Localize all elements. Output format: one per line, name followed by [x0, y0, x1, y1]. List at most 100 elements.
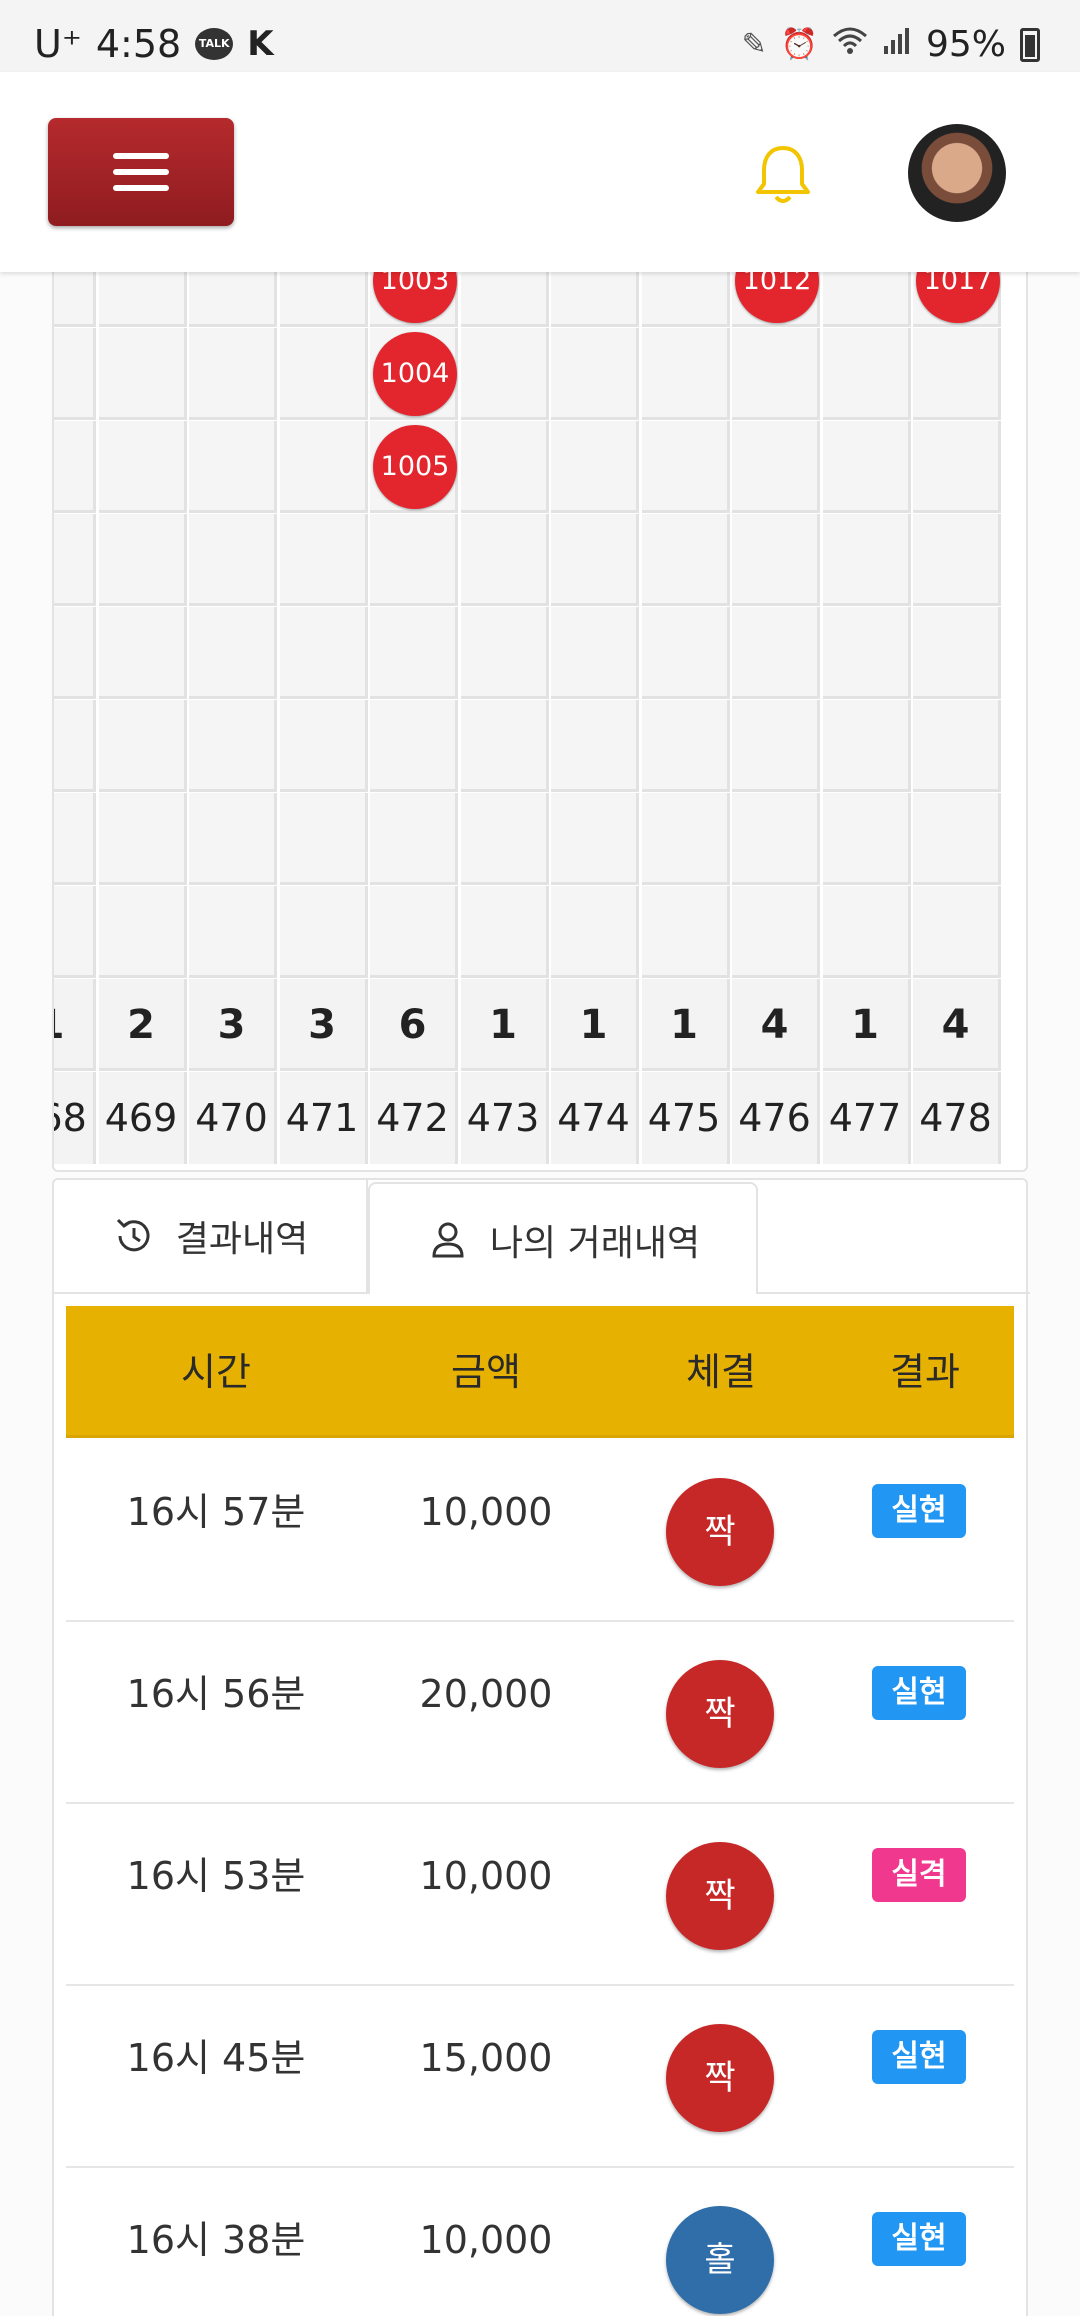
grid-cell — [551, 793, 639, 885]
grid-cell — [279, 886, 368, 978]
status-left: U⁺ 4:58 TALK K — [34, 22, 274, 66]
bet-ball: 짝 — [666, 1660, 774, 1768]
grid-cell — [732, 700, 820, 792]
bell-icon[interactable] — [748, 140, 818, 210]
round-number: 477 — [822, 1072, 911, 1164]
result-badge: 실현 — [872, 2212, 966, 2266]
grid-cell — [98, 328, 187, 420]
grid-cell — [551, 607, 639, 699]
cell-time: 16시 38분 — [126, 2218, 306, 2262]
grid-cell — [370, 886, 458, 978]
grid-cell — [54, 607, 96, 699]
grid-cell — [98, 700, 187, 792]
alarm-icon: ⏰ — [780, 27, 818, 62]
grid-cell — [460, 607, 549, 699]
grid-cell — [98, 886, 187, 978]
grid-cell — [54, 700, 96, 792]
grid-cell — [913, 421, 1001, 513]
tab-bar: 결과내역 나의 거래내역 — [52, 1178, 1030, 1296]
grid-cell — [189, 700, 277, 792]
grid-cell — [54, 421, 96, 513]
grid-cell — [822, 886, 911, 978]
cell-amount: 10,000 — [419, 1854, 553, 1898]
cell-time: 16시 57분 — [126, 1490, 306, 1534]
round-number: 471 — [279, 1072, 368, 1164]
tab-my-trades[interactable]: 나의 거래내역 — [368, 1182, 758, 1296]
grid-cell — [54, 272, 96, 327]
history-icon — [116, 1218, 150, 1252]
carrier-label: U⁺ — [34, 22, 82, 66]
grid-cell — [98, 421, 187, 513]
k-icon: K — [247, 24, 274, 64]
clock: 4:58 — [95, 22, 182, 66]
grid-cell — [98, 514, 187, 606]
bet-ball: 짝 — [666, 2024, 774, 2132]
round-number: 478 — [913, 1072, 1001, 1164]
grid-cell — [460, 886, 549, 978]
result-ball: 1004 — [373, 332, 457, 416]
grid-cell — [551, 328, 639, 420]
grid-cell — [279, 328, 368, 420]
header-bet: 체결 — [686, 1350, 756, 1394]
status-bar: U⁺ 4:58 TALK K ✎ ⏰ 95% — [0, 0, 1080, 72]
grid-cell — [641, 793, 730, 885]
grid-cell — [822, 421, 911, 513]
grid-cell — [732, 607, 820, 699]
grid-cell — [551, 421, 639, 513]
grid-cell — [822, 328, 911, 420]
bet-ball: 짝 — [666, 1842, 774, 1950]
column-count: 3 — [189, 979, 277, 1071]
tab-result-history[interactable]: 결과내역 — [54, 1180, 368, 1294]
grid-cell — [460, 514, 549, 606]
grid-cell — [54, 514, 96, 606]
cell-amount: 10,000 — [419, 1490, 553, 1534]
grid-cell — [822, 272, 911, 327]
grid-cell — [732, 514, 820, 606]
grid-cell — [913, 607, 1001, 699]
grid-cell — [822, 607, 911, 699]
grid-cell — [460, 272, 549, 327]
grid-cell — [460, 793, 549, 885]
table-row: 16시 38분 10,000 홀 실현 — [66, 2168, 1014, 2316]
hamburger-icon — [113, 153, 169, 159]
tab-label: 결과내역 — [175, 1219, 309, 1260]
cell-time: 16시 56분 — [126, 1672, 306, 1716]
result-badge: 실현 — [872, 1666, 966, 1720]
round-number: 472 — [370, 1072, 458, 1164]
column-count: 6 — [370, 979, 458, 1071]
grid-cell — [279, 793, 368, 885]
round-number: 470 — [189, 1072, 277, 1164]
round-number: 474 — [551, 1072, 639, 1164]
menu-button[interactable] — [48, 118, 234, 226]
grid-cell — [913, 514, 1001, 606]
header-time: 시간 — [181, 1350, 251, 1394]
grid-cell — [370, 607, 458, 699]
grid-cell — [822, 700, 911, 792]
grid-cell — [279, 272, 368, 327]
round-number: 469 — [98, 1072, 187, 1164]
grid-cell — [460, 421, 549, 513]
signal-icon — [882, 26, 912, 64]
grid-cell — [370, 514, 458, 606]
grid-cell — [54, 328, 96, 420]
user-icon — [432, 1222, 464, 1258]
round-number: 475 — [641, 1072, 730, 1164]
grid-cell — [732, 421, 820, 513]
cell-amount: 15,000 — [419, 2036, 553, 2080]
table-row: 16시 57분 10,000 짝 실현 — [66, 1440, 1014, 1622]
round-number: 473 — [460, 1072, 549, 1164]
grid-cell — [370, 700, 458, 792]
grid-cell — [913, 886, 1001, 978]
hamburger-icon — [113, 169, 169, 175]
grid-cell — [641, 886, 730, 978]
wifi-icon — [832, 26, 868, 64]
grid-cell — [189, 514, 277, 606]
result-badge: 실현 — [872, 2030, 966, 2084]
grid-cell — [279, 514, 368, 606]
avatar[interactable] — [908, 124, 1006, 222]
grid-cell — [189, 607, 277, 699]
hamburger-icon — [113, 185, 169, 191]
grid-cell — [98, 272, 187, 327]
grid-cell — [460, 700, 549, 792]
result-ball: 1005 — [373, 425, 457, 509]
